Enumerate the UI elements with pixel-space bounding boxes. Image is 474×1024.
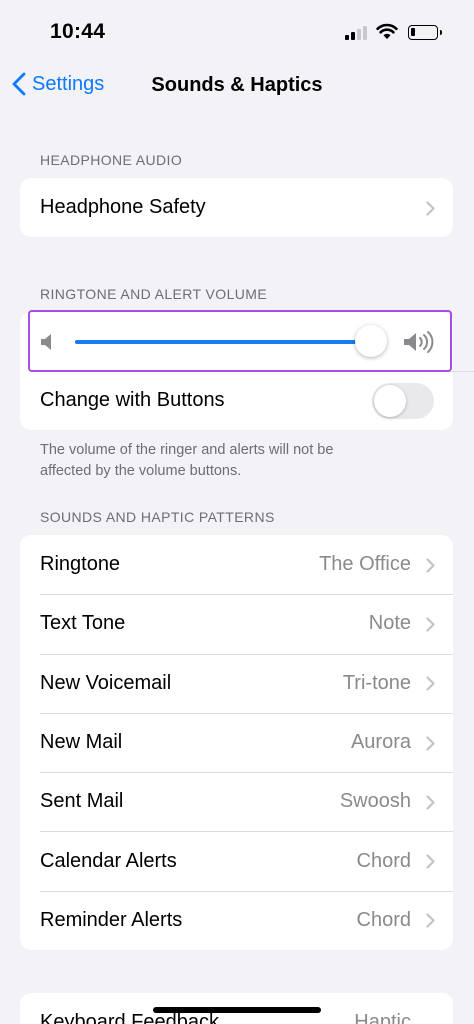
row-value: The Office (319, 553, 411, 576)
chevron-right-icon (426, 558, 435, 573)
page-title: Sounds & Haptics (151, 74, 323, 96)
row-label: Headphone Safety (40, 196, 206, 219)
headphone-audio-group: Headphone Safety (20, 178, 453, 238)
new-voicemail-row[interactable]: New Voicemail Tri-tone (20, 653, 453, 713)
row-value: Haptic (354, 1011, 411, 1024)
calendar-alerts-row[interactable]: Calendar Alerts Chord (20, 831, 453, 890)
row-label: Ringtone (40, 553, 121, 576)
chevron-right-icon (426, 913, 435, 929)
help-text-line: affected by the volume buttons. (40, 463, 242, 479)
status-time: 10:44 (50, 20, 106, 43)
row-value: Chord (356, 908, 411, 931)
row-value: Tri-tone (342, 671, 411, 694)
text-tone-row[interactable]: Text Tone Note (20, 594, 453, 653)
row-label: Reminder Alerts (40, 908, 183, 931)
section-header-ringtone-volume: RINGTONE AND ALERT VOLUME (40, 286, 268, 302)
toggle-knob (374, 385, 406, 417)
wifi-icon (376, 23, 398, 39)
row-label: New Voicemail (40, 671, 172, 694)
section-header-sound-patterns: SOUNDS AND HAPTIC PATTERNS (40, 509, 275, 525)
sound-patterns-group: Ringtone The Office Text Tone Note New V… (20, 535, 453, 951)
battery-icon (408, 25, 442, 40)
row-label: Calendar Alerts (40, 849, 177, 872)
home-indicator (153, 1007, 321, 1013)
chevron-right-icon (426, 795, 435, 810)
sent-mail-row[interactable]: Sent Mail Swoosh (20, 772, 453, 831)
row-value: Chord (356, 849, 411, 872)
change-with-buttons-row: Change with Buttons (20, 371, 453, 430)
ringtone-row[interactable]: Ringtone The Office (20, 535, 453, 594)
new-mail-row[interactable]: New Mail Aurora (20, 712, 453, 772)
row-label: Change with Buttons (40, 389, 225, 411)
row-value: Note (368, 612, 411, 635)
status-bar: 10:44 (0, 0, 474, 60)
chevron-right-icon (426, 854, 435, 869)
chevron-right-icon (426, 735, 435, 751)
row-label: Sent Mail (40, 790, 124, 813)
row-label: New Mail (40, 731, 123, 754)
section-header-headphone-audio: HEADPHONE AUDIO (40, 152, 183, 168)
reminder-alerts-row[interactable]: Reminder Alerts Chord (20, 890, 453, 950)
volume-help-text: The volume of the ringer and alerts will… (40, 440, 440, 482)
chevron-right-icon (426, 201, 435, 216)
cellular-signal-icon (345, 26, 369, 40)
row-value: Aurora (350, 731, 411, 754)
navigation-bar: Settings Sounds & Haptics (0, 60, 474, 110)
row-label: Text Tone (40, 612, 126, 635)
headphone-safety-row[interactable]: Headphone Safety (20, 178, 453, 237)
volume-slider-highlight (28, 310, 452, 372)
chevron-right-icon (426, 676, 435, 691)
change-with-buttons-toggle[interactable] (372, 383, 434, 419)
help-text-line: The volume of the ringer and alerts will… (40, 442, 334, 458)
chevron-right-icon (426, 617, 435, 632)
row-value: Swoosh (339, 790, 411, 813)
